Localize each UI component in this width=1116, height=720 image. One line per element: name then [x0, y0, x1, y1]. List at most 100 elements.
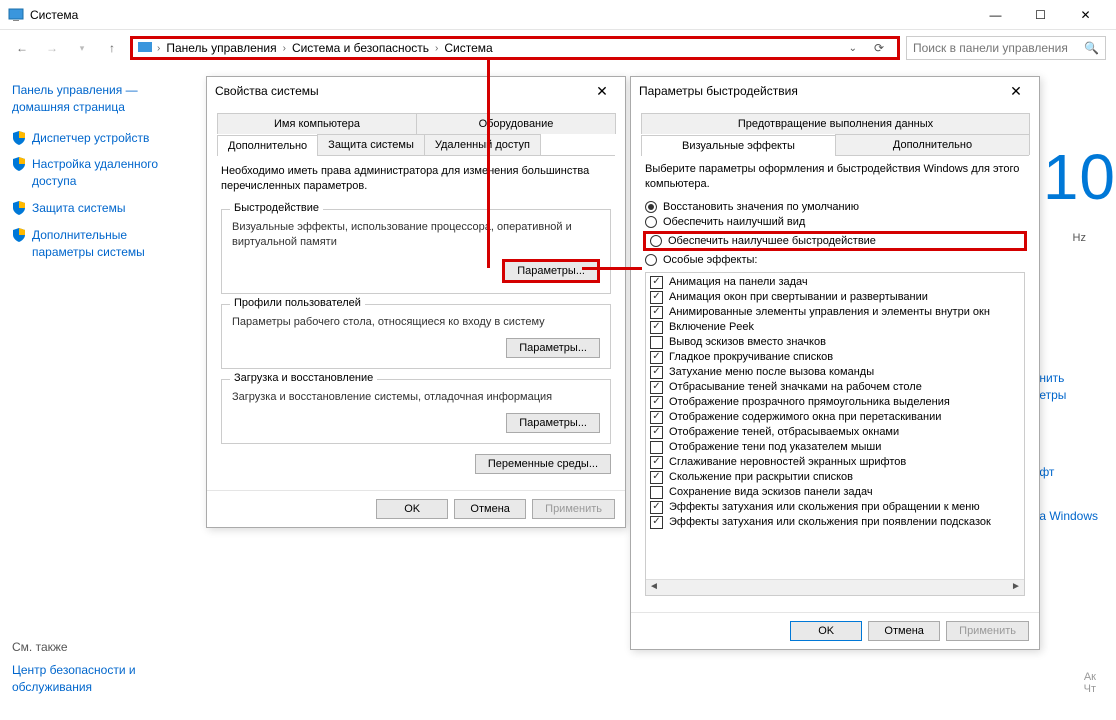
checklist-label: Сглаживание неровностей экранных шрифтов — [669, 456, 906, 468]
breadcrumb-seg[interactable]: Система — [442, 41, 494, 55]
bg-activate-text: Ак Чт — [1084, 671, 1096, 695]
radio-icon[interactable] — [650, 235, 662, 247]
checkbox-icon[interactable] — [650, 516, 663, 529]
checklist-item[interactable]: Анимация на панели задач — [648, 275, 1022, 290]
checklist-item[interactable]: Вывод эскизов вместо значков — [648, 335, 1022, 350]
sidebar-item-protection[interactable]: Защита системы — [12, 200, 188, 217]
checklist-item[interactable]: Отображение содержимого окна при перетас… — [648, 410, 1022, 425]
checklist-label: Эффекты затухания или скольжения при поя… — [669, 516, 991, 528]
checklist-item[interactable]: Сохранение вида эскизов панели задач — [648, 485, 1022, 500]
close-icon[interactable]: ✕ — [1001, 83, 1031, 100]
ok-button[interactable]: OK — [790, 621, 862, 641]
checkbox-icon[interactable] — [650, 321, 663, 334]
breadcrumb-seg[interactable]: Система и безопасность — [290, 41, 431, 55]
sidebar-item-advanced[interactable]: Дополнительные параметры системы — [12, 227, 188, 261]
tab-advanced[interactable]: Дополнительно — [835, 134, 1030, 155]
checkbox-icon[interactable] — [650, 336, 663, 349]
tab-advanced[interactable]: Дополнительно — [217, 135, 318, 156]
breadcrumb[interactable]: › Панель управления › Система и безопасн… — [130, 36, 900, 60]
maximize-button[interactable]: ☐ — [1018, 0, 1063, 30]
breadcrumb-seg[interactable]: Панель управления — [164, 41, 278, 55]
effects-checklist[interactable]: Анимация на панели задачАнимация окон пр… — [645, 272, 1025, 596]
apply-button[interactable]: Применить — [946, 621, 1029, 641]
close-button[interactable]: ✕ — [1063, 0, 1108, 30]
window-title: Система — [30, 8, 78, 22]
cancel-button[interactable]: Отмена — [868, 621, 940, 641]
radio-best-performance[interactable]: Обеспечить наилучшее быстродействие — [643, 231, 1027, 251]
search-input[interactable] — [913, 41, 1084, 55]
checklist-item[interactable]: Скольжение при раскрытии списков — [648, 470, 1022, 485]
checkbox-icon[interactable] — [650, 366, 663, 379]
forward-button[interactable]: → — [40, 36, 64, 60]
bg-link[interactable]: фт — [1039, 464, 1098, 481]
radio-icon[interactable] — [645, 254, 657, 266]
tab-remote[interactable]: Удаленный доступ — [424, 134, 541, 155]
checklist-item[interactable]: Анимация окон при свертывании и разверты… — [648, 290, 1022, 305]
control-panel-home-link[interactable]: Панель управления — домашняя страница — [12, 82, 188, 116]
checklist-item[interactable]: Анимированные элементы управления и элем… — [648, 305, 1022, 320]
profiles-settings-button[interactable]: Параметры... — [506, 338, 600, 358]
checkbox-icon[interactable] — [650, 456, 663, 469]
up-button[interactable]: ↑ — [100, 36, 124, 60]
radio-option[interactable]: Особые эффекты: — [645, 254, 1025, 266]
tab-computer-name[interactable]: Имя компьютера — [217, 113, 417, 134]
checklist-item[interactable]: Гладкое прокручивание списков — [648, 350, 1022, 365]
tab-visual-effects[interactable]: Визуальные эффекты — [641, 135, 836, 156]
checklist-item[interactable]: Отображение теней, отбрасываемых окнами — [648, 425, 1022, 440]
checklist-item[interactable]: Затухание меню после вызова команды — [648, 365, 1022, 380]
history-drop[interactable]: ▾ — [70, 36, 94, 60]
refresh-icon[interactable]: ⟳ — [865, 36, 893, 60]
radio-option[interactable]: Обеспечить наилучший вид — [645, 216, 1025, 228]
tab-dep[interactable]: Предотвращение выполнения данных — [641, 113, 1030, 134]
cancel-button[interactable]: Отмена — [454, 499, 526, 519]
tab-protection[interactable]: Защита системы — [317, 134, 425, 155]
checkbox-icon[interactable] — [650, 411, 663, 424]
checklist-item[interactable]: Включение Peek — [648, 320, 1022, 335]
tab-hardware[interactable]: Оборудование — [416, 113, 616, 134]
checkbox-icon[interactable] — [650, 306, 663, 319]
sidebar-item-remote[interactable]: Настройка удаленного доступа — [12, 156, 188, 190]
security-center-link[interactable]: Центр безопасности и обслуживания — [12, 662, 188, 696]
checklist-label: Скольжение при раскрытии списков — [669, 471, 853, 483]
radio-icon[interactable] — [645, 216, 657, 228]
dialog-titlebar[interactable]: Параметры быстродействия ✕ — [631, 77, 1039, 105]
minimize-button[interactable]: — — [973, 0, 1018, 30]
back-button[interactable]: ← — [10, 36, 34, 60]
search-icon[interactable]: 🔍 — [1084, 41, 1099, 55]
shield-icon — [12, 201, 26, 215]
search-box[interactable]: 🔍 — [906, 36, 1106, 60]
performance-settings-button[interactable]: Параметры... — [502, 259, 600, 283]
checklist-item[interactable]: Сглаживание неровностей экранных шрифтов — [648, 455, 1022, 470]
checkbox-icon[interactable] — [650, 396, 663, 409]
dialog-titlebar[interactable]: Свойства системы ✕ — [207, 77, 625, 105]
checklist-item[interactable]: Отображение прозрачного прямоугольника в… — [648, 395, 1022, 410]
radio-icon[interactable] — [645, 201, 657, 213]
checkbox-icon[interactable] — [650, 291, 663, 304]
bg-link[interactable]: нить етры — [1039, 370, 1098, 404]
horizontal-scrollbar[interactable]: ◄ ► — [646, 579, 1024, 595]
checkbox-icon[interactable] — [650, 486, 663, 499]
addr-dropdown-icon[interactable]: ⌄ — [845, 43, 861, 54]
checkbox-icon[interactable] — [650, 276, 663, 289]
checkbox-icon[interactable] — [650, 501, 663, 514]
apply-button[interactable]: Применить — [532, 499, 615, 519]
close-icon[interactable]: ✕ — [587, 83, 617, 100]
sidebar-item-device-manager[interactable]: Диспетчер устройств — [12, 130, 188, 147]
startup-settings-button[interactable]: Параметры... — [506, 413, 600, 433]
scroll-right-icon[interactable]: ► — [1008, 579, 1024, 595]
radio-option[interactable]: Восстановить значения по умолчанию — [645, 201, 1025, 213]
checklist-label: Отображение тени под указателем мыши — [669, 441, 881, 453]
checkbox-icon[interactable] — [650, 471, 663, 484]
checkbox-icon[interactable] — [650, 351, 663, 364]
checklist-item[interactable]: Отображение тени под указателем мыши — [648, 440, 1022, 455]
scroll-left-icon[interactable]: ◄ — [646, 579, 662, 595]
checklist-item[interactable]: Отбрасывание теней значками на рабочем с… — [648, 380, 1022, 395]
checkbox-icon[interactable] — [650, 441, 663, 454]
env-vars-button[interactable]: Переменные среды... — [475, 454, 611, 474]
checklist-item[interactable]: Эффекты затухания или скольжения при обр… — [648, 500, 1022, 515]
checkbox-icon[interactable] — [650, 426, 663, 439]
checkbox-icon[interactable] — [650, 381, 663, 394]
bg-link[interactable]: а Windows — [1039, 508, 1098, 525]
ok-button[interactable]: OK — [376, 499, 448, 519]
checklist-item[interactable]: Эффекты затухания или скольжения при поя… — [648, 515, 1022, 530]
